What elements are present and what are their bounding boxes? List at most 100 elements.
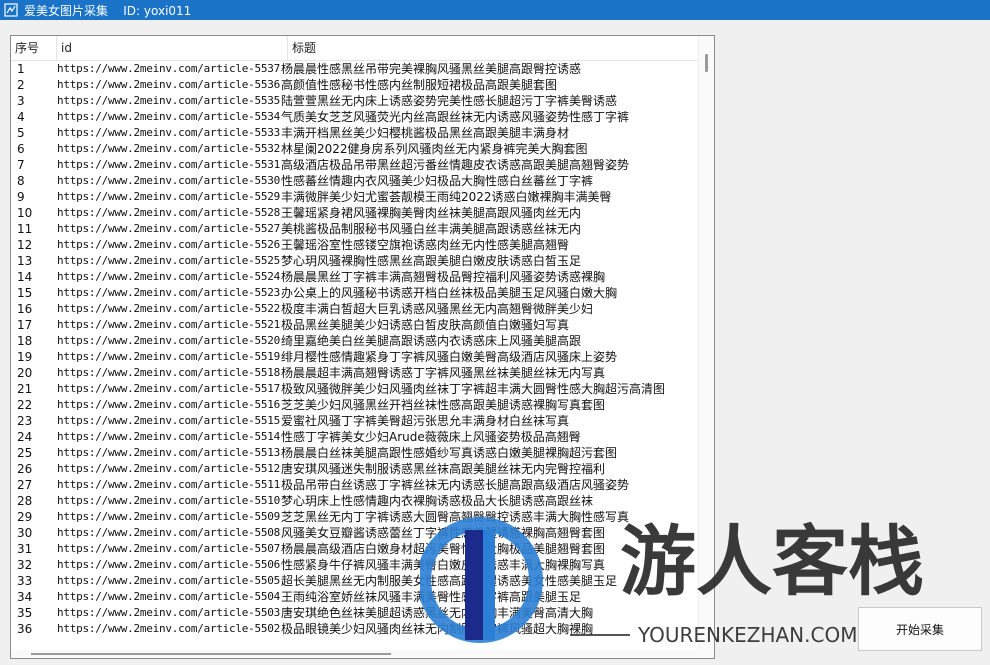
row-url: https://www.2meinv.com/article-5505: [57, 574, 281, 587]
scroll-thumb-horizontal[interactable]: [31, 653, 391, 655]
row-index: 24: [17, 430, 33, 444]
table-row[interactable]: 13 https://www.2meinv.com/article-5525 梦心玥…: [11, 253, 701, 269]
row-url: https://www.2meinv.com/article-5524: [57, 270, 281, 283]
table-row[interactable]: 12 https://www.2meinv.com/article-5526 王馨瑶…: [11, 237, 701, 253]
row-index: 13: [17, 254, 33, 268]
row-url: https://www.2meinv.com/article-5510: [57, 494, 281, 507]
row-index: 10: [17, 206, 33, 220]
row-index: 9: [17, 190, 25, 204]
table-row[interactable]: 15 https://www.2meinv.com/article-5523 办公桌…: [11, 285, 701, 301]
row-url: https://www.2meinv.com/article-5526: [57, 238, 281, 251]
row-index: 16: [17, 302, 33, 316]
row-index: 29: [17, 510, 33, 524]
table-row[interactable]: 10 https://www.2meinv.com/article-5528 王馨瑶…: [11, 205, 701, 221]
row-index: 30: [17, 526, 33, 540]
column-header-id[interactable]: id: [57, 36, 288, 60]
table-row[interactable]: 9 https://www.2meinv.com/article-5529 丰满微胖…: [11, 189, 701, 205]
table-row[interactable]: 24 https://www.2meinv.com/article-5514 性感丁…: [11, 429, 701, 445]
row-url: https://www.2meinv.com/article-5530: [57, 174, 281, 187]
row-url: https://www.2meinv.com/article-5518: [57, 366, 281, 379]
row-url: https://www.2meinv.com/article-5536: [57, 78, 281, 91]
row-url: https://www.2meinv.com/article-5515: [57, 414, 281, 427]
row-title: 气质美女芝芝风骚荧光内丝高跟丝袜无内诱惑风骚姿势性感丁字裤: [281, 110, 630, 124]
table-row[interactable]: 2 https://www.2meinv.com/article-5536 高颜值性…: [11, 77, 701, 93]
row-index: 28: [17, 494, 33, 508]
table-row[interactable]: 21 https://www.2meinv.com/article-5517 极致风…: [11, 381, 701, 397]
row-title: 杨晨晨白丝袜美腿高跟性感婚纱写真诱惑白嫩美腿裸胸超污套图: [281, 446, 618, 460]
row-index: 3: [17, 94, 25, 108]
row-index: 19: [17, 350, 33, 364]
row-title: 绮里嘉绝美白丝美腿高跟诱惑内衣诱惑床上风骚美腿高跟: [281, 334, 582, 348]
table-row[interactable]: 4 https://www.2meinv.com/article-5534 气质美女…: [11, 109, 701, 125]
row-index: 7: [17, 158, 25, 172]
row-url: https://www.2meinv.com/article-5512: [57, 462, 281, 475]
row-index: 4: [17, 110, 25, 124]
row-url: https://www.2meinv.com/article-5503: [57, 606, 281, 619]
table-row[interactable]: 17 https://www.2meinv.com/article-5521 极品黑…: [11, 317, 701, 333]
table-row[interactable]: 6 https://www.2meinv.com/article-5532 林星阑2…: [11, 141, 701, 157]
row-url: https://www.2meinv.com/article-5521: [57, 318, 281, 331]
table-row[interactable]: 7 https://www.2meinv.com/article-5531 高级酒店…: [11, 157, 701, 173]
row-title: 杨晨晨超丰满高翘臀诱惑丁字裤风骚黑丝袜美腿丝袜无内写真: [281, 366, 606, 380]
watermark-text: 游人客栈: [620, 517, 924, 606]
row-index: 15: [17, 286, 33, 300]
row-title: 极品吊带白丝诱惑丁字裤丝袜无内诱惑长腿高跟高级酒店风骚姿势: [281, 478, 630, 492]
row-title: 绯月樱性感情趣紧身丁字裤风骚白嫩美臀高级酒店风骚床上姿势: [281, 350, 618, 364]
table-row[interactable]: 1 https://www.2meinv.com/article-5537 杨晨晨性…: [11, 61, 701, 77]
row-index: 2: [17, 78, 25, 92]
table-row[interactable]: 18 https://www.2meinv.com/article-5520 绮里嘉…: [11, 333, 701, 349]
row-url: https://www.2meinv.com/article-5525: [57, 254, 281, 267]
column-header-index[interactable]: 序号: [11, 36, 57, 60]
row-index: 33: [17, 574, 33, 588]
table-row[interactable]: 25 https://www.2meinv.com/article-5513 杨晨晨…: [11, 445, 701, 461]
row-index: 12: [17, 238, 33, 252]
table-row[interactable]: 20 https://www.2meinv.com/article-5518 杨晨晨…: [11, 365, 701, 381]
row-title: 性感丁字裤美女少妇Arude薇薇床上风骚姿势极品高翘臀: [281, 430, 581, 444]
row-title: 王馨瑶浴室性感镂空旗袍诱惑肉丝无内性感美腿高翘臀: [281, 238, 570, 252]
table-row[interactable]: 22 https://www.2meinv.com/article-5516 芝芝美…: [11, 397, 701, 413]
row-title: 极致风骚微胖美少妇风骚肉丝袜丁字裤超丰满大圆臀性感大胸超污高清图: [281, 382, 666, 396]
row-url: https://www.2meinv.com/article-5533: [57, 126, 281, 139]
row-title: 陆萱萱黑丝无内床上诱惑姿势完美性感长腿超污丁字裤美臀诱惑: [281, 94, 618, 108]
watermark: 游人客栈 YOURENKEZHAN.COM: [420, 517, 924, 647]
table-row[interactable]: 27 https://www.2meinv.com/article-5511 极品吊…: [11, 477, 701, 493]
row-title: 办公桌上的风骚秘书诱惑开档白丝袜极品美腿玉足风骚白嫩大胸: [281, 286, 618, 300]
table-row[interactable]: 14 https://www.2meinv.com/article-5524 杨晨晨…: [11, 269, 701, 285]
row-url: https://www.2meinv.com/article-5535: [57, 94, 281, 107]
list-header: 序号 id 标题: [11, 36, 701, 61]
row-title: 梦心玥风骚裸胸性感黑丝高跟美腿白嫩皮肤诱惑白皙玉足: [281, 254, 582, 268]
row-title: 林星阑2022健身房系列风骚肉丝无内紧身裤完美大胸套图: [281, 142, 588, 156]
row-url: https://www.2meinv.com/article-5506: [57, 558, 281, 571]
table-row[interactable]: 26 https://www.2meinv.com/article-5512 唐安琪…: [11, 461, 701, 477]
title-bar: 爱美女图片采集 ID: yoxi011: [0, 0, 990, 20]
row-title: 唐安琪风骚迷失制服诱惑黑丝袜高跟美腿丝袜无内完臀控福利: [281, 462, 606, 476]
row-index: 14: [17, 270, 33, 284]
row-index: 1: [17, 62, 25, 76]
scroll-thumb[interactable]: [705, 54, 708, 72]
table-row[interactable]: 11 https://www.2meinv.com/article-5527 美桃酱…: [11, 221, 701, 237]
table-row[interactable]: 19 https://www.2meinv.com/article-5519 绯月樱…: [11, 349, 701, 365]
row-title: 爱蜜社风骚丁字裤美臀超污张思允丰满身材白丝袜写真: [281, 414, 570, 428]
table-row[interactable]: 3 https://www.2meinv.com/article-5535 陆萱萱黑…: [11, 93, 701, 109]
row-title: 丰满开档黑丝美少妇樱桃酱极品黑丝高跟美腿丰满身材: [281, 126, 570, 140]
row-url: https://www.2meinv.com/article-5511: [57, 478, 281, 491]
table-row[interactable]: 16 https://www.2meinv.com/article-5522 极度丰…: [11, 301, 701, 317]
column-header-title[interactable]: 标题: [288, 36, 701, 60]
row-url: https://www.2meinv.com/article-5502: [57, 622, 281, 635]
row-title: 美桃酱极品制服秘书风骚白丝丰满美腿高跟诱惑丝袜无内: [281, 222, 582, 236]
row-url: https://www.2meinv.com/article-5537: [57, 62, 281, 75]
row-url: https://www.2meinv.com/article-5520: [57, 334, 281, 347]
row-index: 18: [17, 334, 33, 348]
row-title: 性感蕃丝情趣内衣风骚美少妇极品大胸性感白丝蕃丝丁字裤: [281, 174, 594, 188]
row-url: https://www.2meinv.com/article-5531: [57, 158, 281, 171]
row-title: 极度丰满白皙超大巨乳诱惑风骚黑丝无内高翘臀微胖美少妇: [281, 302, 594, 316]
table-row[interactable]: 23 https://www.2meinv.com/article-5515 爱蜜社…: [11, 413, 701, 429]
window-title: 爱美女图片采集 ID: yoxi011: [24, 3, 192, 18]
row-url: https://www.2meinv.com/article-5504: [57, 590, 281, 603]
row-url: https://www.2meinv.com/article-5513: [57, 446, 281, 459]
table-row[interactable]: 5 https://www.2meinv.com/article-5533 丰满开档…: [11, 125, 701, 141]
row-title: 芝芝美少妇风骚黑丝开裆丝袜性感高跟美腿诱惑裸胸写真套图: [281, 398, 606, 412]
row-title: 高级酒店极品吊带黑丝超污番丝情趣皮衣诱惑高跟美腿高翘臀姿势: [281, 158, 630, 172]
row-index: 32: [17, 558, 33, 572]
table-row[interactable]: 8 https://www.2meinv.com/article-5530 性感蕃丝…: [11, 173, 701, 189]
